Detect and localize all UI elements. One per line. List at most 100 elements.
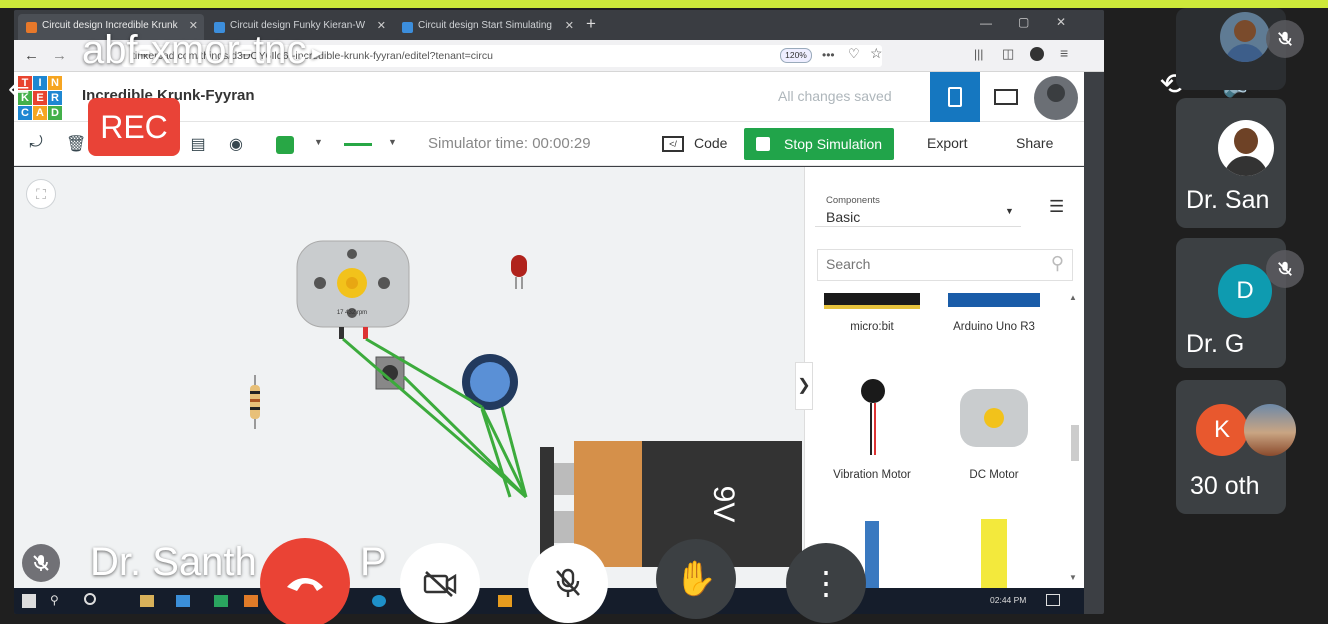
components-dropdown[interactable]: Components Basic ▼ <box>815 181 1021 227</box>
app-icon[interactable] <box>372 595 386 607</box>
chevron-down-icon[interactable]: ▼ <box>388 137 397 147</box>
logo-letter: E <box>33 91 47 105</box>
participant-tile-self[interactable] <box>1176 8 1304 90</box>
led[interactable] <box>511 255 527 289</box>
tab-favicon-icon <box>402 22 413 33</box>
code-button[interactable]: Code <box>694 135 727 151</box>
avatar[interactable] <box>1034 76 1078 120</box>
search-input[interactable] <box>818 250 1028 278</box>
close-tab-icon[interactable]: ✕ <box>565 19 574 32</box>
end-call-icon <box>287 578 323 591</box>
app-icon[interactable] <box>214 595 228 607</box>
minimize-icon[interactable]: — <box>980 16 992 30</box>
notes-icon[interactable]: ▤ <box>188 134 208 154</box>
stop-simulation-label: Stop Simulation <box>784 136 883 152</box>
component-dc-motor[interactable]: DC Motor <box>939 389 1049 481</box>
meeting-code[interactable]: abf-xmor-tnc ▸ <box>82 28 322 73</box>
account-icon[interactable] <box>1030 47 1044 61</box>
app-icon[interactable] <box>244 595 258 607</box>
notification-icon[interactable] <box>1046 594 1060 606</box>
app-icon[interactable] <box>498 595 512 607</box>
scrollbar[interactable] <box>1071 425 1079 461</box>
mic-off-icon <box>22 544 60 582</box>
new-tab-icon[interactable]: + <box>586 14 596 34</box>
rotate-icon[interactable]: ⤾ <box>26 134 46 154</box>
list-view-icon[interactable] <box>994 89 1018 105</box>
arduino-icon <box>948 293 1040 307</box>
participant-tile[interactable]: Dr. San <box>1176 98 1286 228</box>
logo-letter: I <box>33 76 47 90</box>
camera-toggle-button[interactable] <box>400 543 480 623</box>
raise-hand-icon: ✋ <box>674 560 718 598</box>
scroll-down-icon[interactable]: ▼ <box>1069 573 1077 582</box>
mic-toggle-button[interactable] <box>528 543 608 623</box>
component-thumbnail[interactable] <box>865 521 879 590</box>
more-options-button[interactable]: ⋮ <box>786 543 866 623</box>
search-field[interactable]: ⚲ <box>817 249 1073 281</box>
forward-icon[interactable]: → <box>52 47 67 64</box>
list-view-toggle-icon[interactable]: ☰ <box>1049 197 1064 217</box>
circuit-canvas[interactable]: ⛶ 17 432 rpm 9V <box>14 167 804 590</box>
wire-type-picker[interactable] <box>344 143 372 146</box>
app-icon[interactable] <box>176 595 190 607</box>
resistor[interactable] <box>250 375 260 429</box>
browser-tab[interactable]: Circuit design Start Simulating ✕ <box>394 14 580 40</box>
participant-tile-others[interactable]: K 30 oth <box>1176 380 1296 514</box>
component-vibration-motor[interactable]: Vibration Motor <box>817 379 927 481</box>
library-icon[interactable]: ||| <box>974 47 983 61</box>
close-tab-icon[interactable]: ✕ <box>377 19 386 32</box>
tab-favicon-icon <box>26 22 37 33</box>
visibility-icon[interactable]: ◉ <box>226 134 246 154</box>
dc-motor[interactable]: 17 432 rpm <box>296 240 410 339</box>
component-label: Vibration Motor <box>833 469 911 481</box>
mic-off-icon <box>556 568 580 597</box>
avatar <box>1244 404 1296 456</box>
scroll-up-icon[interactable]: ▲ <box>1069 293 1077 302</box>
more-icon: ⋮ <box>810 565 842 601</box>
maximize-icon[interactable]: ▢ <box>1018 15 1029 29</box>
menu-icon[interactable]: ≡ <box>1060 45 1068 61</box>
stop-simulation-button[interactable]: Stop Simulation <box>744 128 894 160</box>
windows-start-icon[interactable] <box>22 594 36 608</box>
code-icon[interactable]: </ <box>662 136 684 152</box>
presenter-name-suffix: P <box>360 540 387 584</box>
wire-color-picker[interactable] <box>276 136 294 154</box>
logo-letter: A <box>33 106 47 120</box>
chevron-down-icon[interactable]: ▼ <box>314 137 323 147</box>
meeting-code-text: abf-xmor-tnc <box>82 28 307 72</box>
participant-name: Dr. San <box>1186 186 1270 210</box>
circuit-view-button[interactable] <box>930 72 980 122</box>
component-microbit[interactable]: micro:bit <box>817 293 927 333</box>
participant-tile[interactable]: D Dr. G <box>1176 238 1304 368</box>
logo-letter: C <box>18 106 32 120</box>
bookmark-star-icon[interactable]: ☆ <box>870 45 883 62</box>
sidebar-icon[interactable]: ◫ <box>1002 46 1014 62</box>
presenter-name: Dr. Santh P <box>90 540 387 585</box>
zoom-level[interactable]: 120% <box>780 48 812 63</box>
back-icon[interactable]: ← <box>24 47 39 64</box>
app-icon[interactable] <box>140 595 154 607</box>
close-window-icon[interactable]: ✕ <box>1056 15 1066 29</box>
component-thumbnail[interactable] <box>981 519 1007 590</box>
pocket-icon[interactable]: ♡ <box>848 46 860 62</box>
taskbar-clock: 02:44 PM <box>990 595 1027 605</box>
battery-label: 9V <box>707 486 740 523</box>
delete-icon[interactable]: 🗑 <box>66 134 86 154</box>
share-button[interactable]: Share <box>1016 135 1053 151</box>
avatar <box>1218 120 1274 176</box>
search-icon[interactable]: ⚲ <box>50 593 59 607</box>
logo-letter: D <box>48 106 62 120</box>
mic-off-icon <box>1266 250 1304 288</box>
back-arrow-icon[interactable]: ⇐ <box>8 74 30 105</box>
component-arduino-uno[interactable]: Arduino Uno R3 <box>939 293 1049 333</box>
cortana-icon[interactable] <box>84 593 96 605</box>
raise-hand-button[interactable]: ✋ <box>656 539 736 619</box>
end-call-button[interactable] <box>260 538 350 624</box>
avatar-initial: K <box>1196 404 1248 456</box>
export-button[interactable]: Export <box>927 135 967 151</box>
search-icon: ⚲ <box>1050 253 1064 273</box>
collapse-panel-icon[interactable]: ❯ <box>795 362 813 410</box>
mic-off-icon <box>1266 20 1304 58</box>
simulator-time: Simulator time: 00:00:29 <box>428 135 591 152</box>
more-actions-icon[interactable]: ••• <box>822 48 835 62</box>
